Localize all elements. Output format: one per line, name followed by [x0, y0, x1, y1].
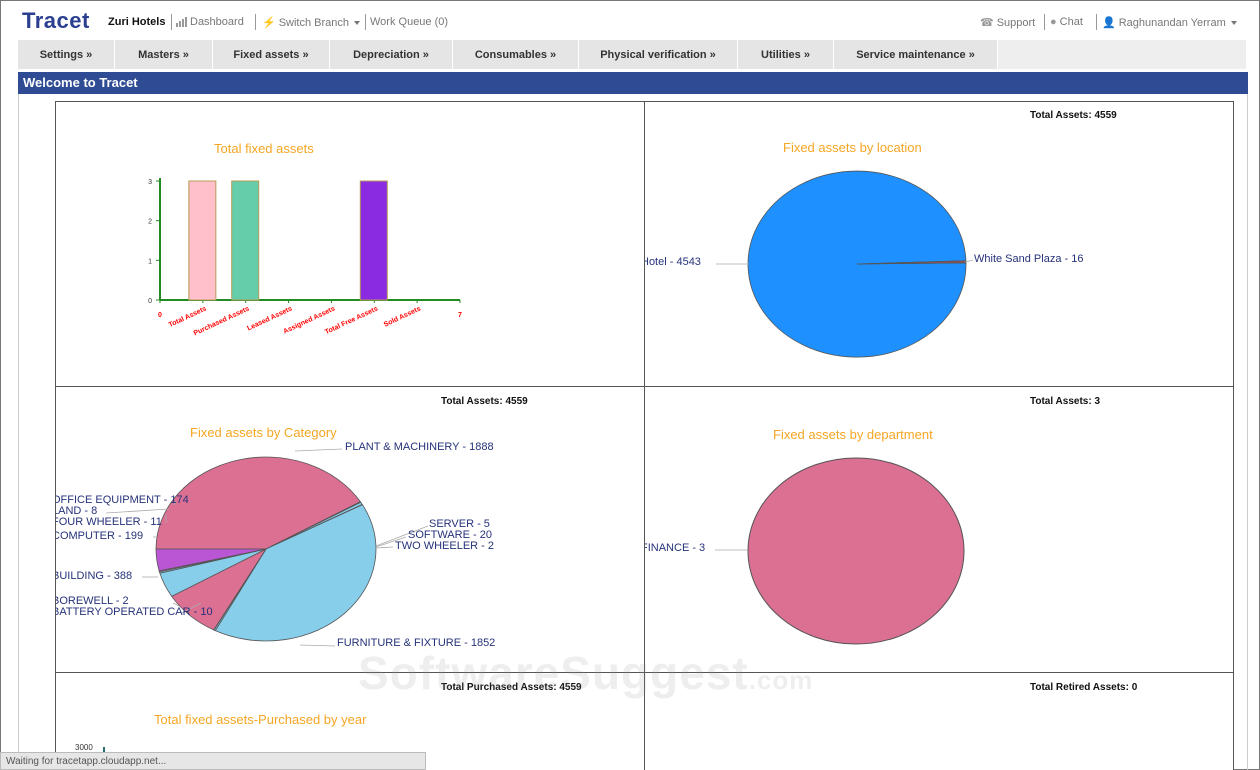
leader-line — [299, 644, 336, 647]
leader-line — [375, 546, 394, 549]
x-tick-label: 0 — [158, 312, 162, 319]
nav-service-maintenance[interactable]: Service maintenance » — [834, 40, 998, 69]
hotel-name: Zuri Hotels — [108, 16, 166, 28]
pie-label-white-sand-plaza: White Sand Plaza - 16 — [974, 253, 1084, 265]
work-queue-label: Work Queue (0) — [370, 16, 449, 28]
divider — [171, 14, 172, 30]
bar-total-assets — [188, 180, 217, 301]
status-bar: Waiting for tracetapp.cloudapp.net... — [0, 752, 426, 770]
pie-label: BUILDING - 388 — [55, 570, 133, 582]
total-retired-label: Total Retired Assets: 0 — [1030, 682, 1138, 693]
chat-label: Chat — [1059, 16, 1083, 28]
leader-line — [105, 508, 170, 514]
nav-depreciation[interactable]: Depreciation » — [330, 40, 453, 69]
pie-label: FOUR WHEELER - 11 — [55, 516, 162, 528]
bar-total-free-assets — [359, 180, 388, 301]
divider — [255, 14, 256, 30]
category-pie-chart — [105, 448, 429, 647]
pie-label: LAND - 8 — [55, 505, 98, 517]
support-label: Support — [996, 16, 1036, 29]
panel-total-fixed-assets: Total fixed assets 0 1 2 3 0 7 Total Assets Pur… — [55, 101, 645, 387]
pie-label-finance: FINANCE - 3 — [644, 542, 706, 554]
support-link[interactable]: ☎ Support — [980, 16, 1036, 30]
welcome-bar: Welcome to Tracet — [18, 72, 1248, 94]
nav-filler — [998, 40, 1246, 69]
panel-assets-by-location: Total Assets: 4559 Fixed assets by locat… — [644, 101, 1234, 387]
x-tick-label: 7 — [458, 312, 462, 319]
main-nav: Settings » Masters » Fixed assets » Depr… — [18, 40, 998, 69]
y-axis-tick: 3000 — [75, 743, 93, 752]
user-menu[interactable]: 👤 Raghunandan Yerram — [1102, 16, 1237, 29]
nav-consumables[interactable]: Consumables » — [453, 40, 579, 69]
dashboard-label: Dashboard — [190, 16, 244, 28]
user-icon: 👤 — [1102, 17, 1116, 29]
nav-fixed-assets[interactable]: Fixed assets » — [213, 40, 330, 69]
bolt-icon: ⚡ — [262, 17, 276, 29]
caret-down-icon — [354, 20, 361, 25]
caret-down-icon — [1230, 20, 1237, 25]
bar-purchased-assets — [231, 180, 260, 301]
app-logo[interactable]: Tracet — [22, 8, 90, 34]
y-tick-label: 1 — [148, 258, 152, 265]
pie-label: COMPUTER - 199 — [55, 530, 144, 542]
top-bar: Tracet Zuri Hotels Dashboard ⚡ Switch Br… — [0, 0, 1260, 40]
divider — [1096, 14, 1097, 30]
divider — [1044, 14, 1045, 30]
nav-settings[interactable]: Settings » — [18, 40, 115, 69]
chart-title: Total fixed assets-Purchased by year — [154, 712, 367, 727]
panel-assets-by-category: Total Assets: 4559 Fixed assets by Categ… — [55, 386, 645, 673]
bar-chart: 01230 7Total AssetsPurchased AssetsLeased… — [148, 178, 462, 337]
pie-label: OFFICE EQUIPMENT - 174 — [55, 494, 189, 506]
watermark: SoftwareSuggest.com — [358, 647, 814, 699]
pie-label: PLANT & MACHINERY - 1888 — [345, 441, 494, 453]
nav-physical-verification[interactable]: Physical verification » — [579, 40, 738, 69]
x-category-label: Total Assets — [168, 305, 208, 329]
switch-branch-dropdown[interactable]: ⚡ Switch Branch — [262, 16, 361, 29]
y-tick-label: 3 — [148, 179, 152, 186]
pie-label: BOREWELL - 2 — [55, 595, 129, 607]
nav-utilities[interactable]: Utilities » — [738, 40, 834, 69]
chat-link[interactable]: ● Chat — [1050, 16, 1083, 28]
department-slice — [747, 457, 965, 645]
y-tick-label: 0 — [148, 298, 152, 305]
nav-masters[interactable]: Masters » — [115, 40, 213, 69]
pie-label: TWO WHEELER - 2 — [395, 540, 495, 552]
user-name: Raghunandan Yerram — [1118, 16, 1226, 29]
dashboard-link[interactable]: Dashboard — [176, 16, 244, 28]
panel-assets-by-department: Total Assets: 3 Fixed assets by departme… — [644, 386, 1234, 673]
switch-branch-label: Switch Branch — [278, 16, 350, 29]
bar-chart-icon — [176, 17, 187, 27]
y-tick-label: 2 — [148, 219, 152, 226]
x-category-label: Sold Assets — [383, 305, 422, 328]
location-pie-chart — [716, 170, 974, 358]
divider — [365, 14, 366, 30]
pie-label: BATTERY OPERATED CAR - 10 — [55, 606, 213, 618]
chat-bubble-icon: ● — [1050, 16, 1057, 28]
work-queue-link[interactable]: Work Queue (0) — [370, 16, 448, 28]
phone-icon: ☎ — [980, 17, 994, 29]
location-slice — [747, 170, 967, 358]
department-pie-chart — [715, 457, 965, 645]
pie-label-hotel: Hotel - 4543 — [644, 256, 701, 268]
leader-line — [294, 448, 343, 452]
